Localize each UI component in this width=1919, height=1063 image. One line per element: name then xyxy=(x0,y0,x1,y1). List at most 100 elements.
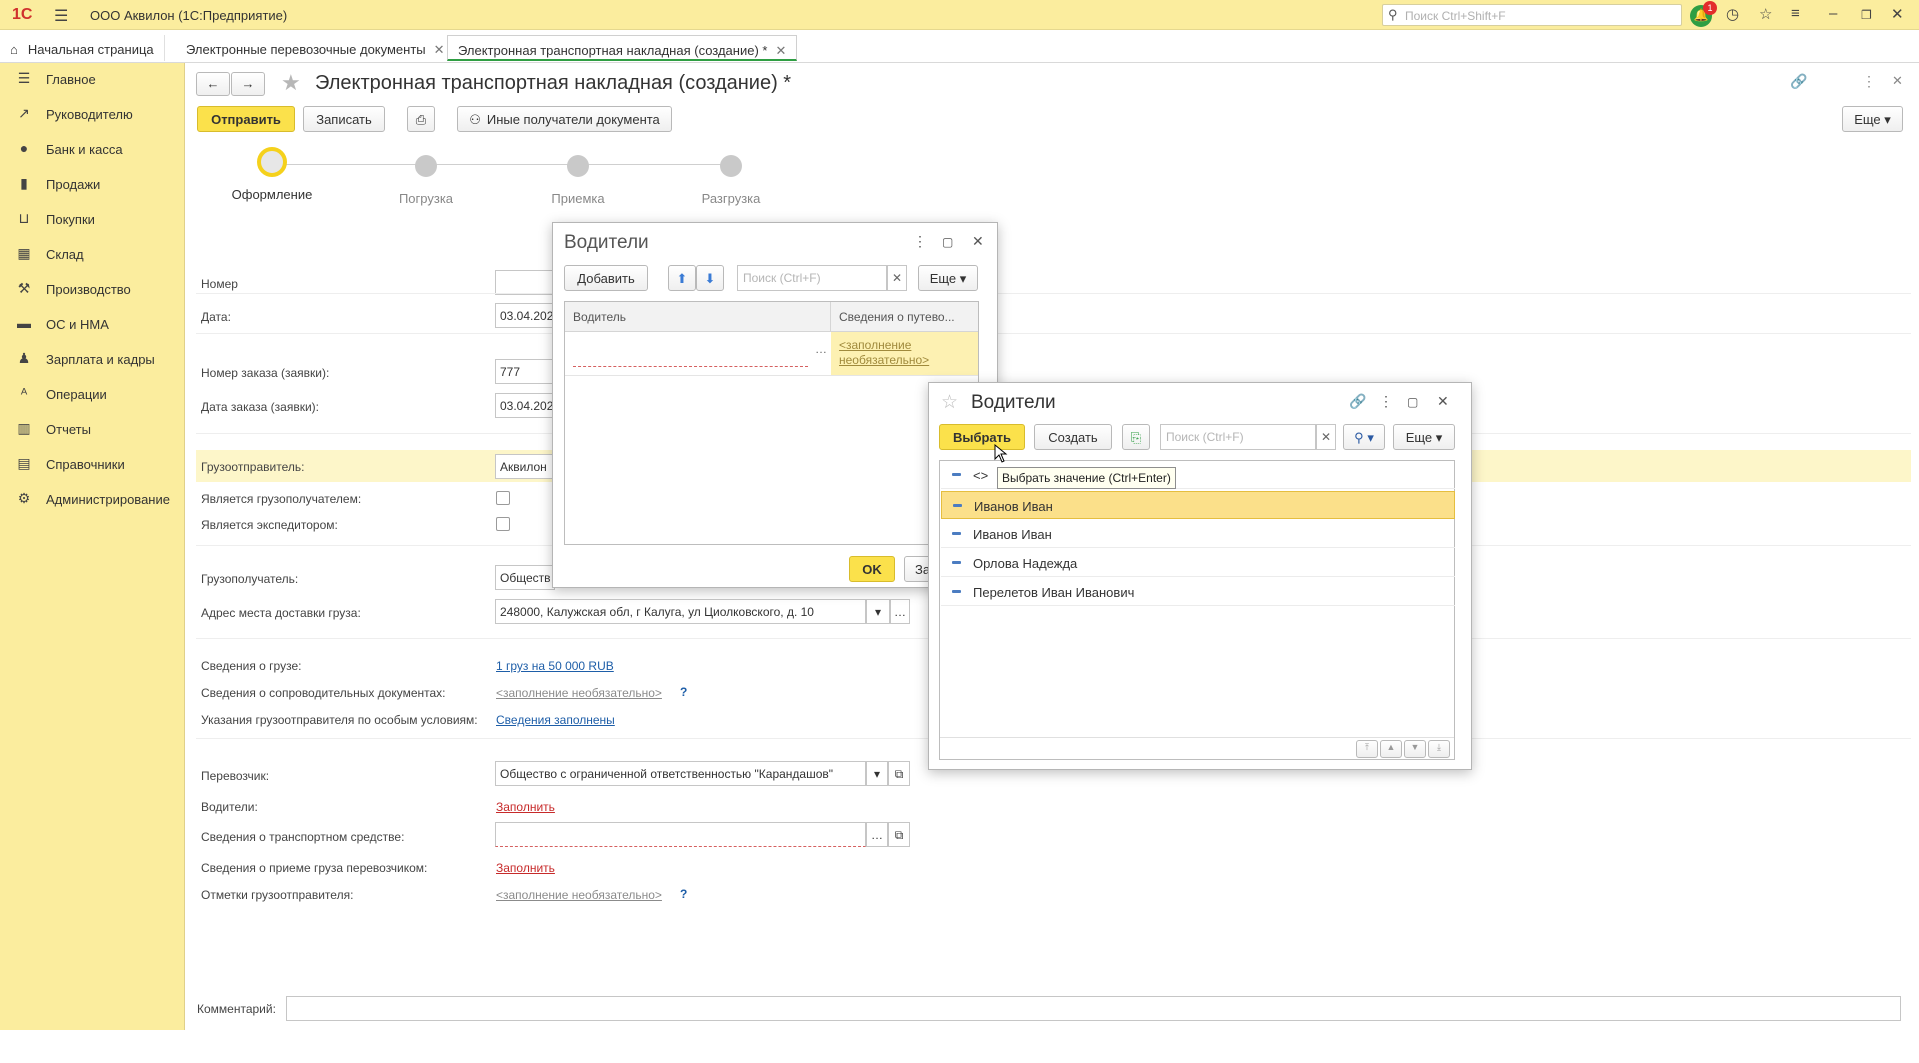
move-up-button[interactable]: ⬆ xyxy=(668,265,696,291)
column-driver[interactable]: Водитель xyxy=(565,302,831,332)
is-forwarder-checkbox[interactable] xyxy=(496,517,510,531)
maximize-icon[interactable]: ▢ xyxy=(942,235,953,249)
sidebar-item-bank[interactable]: ● Банк и касса xyxy=(0,133,185,163)
order-date-field[interactable]: 03.04.202 xyxy=(495,393,555,418)
sidebar-item-main[interactable]: ☰ Главное xyxy=(0,63,185,93)
list-item-selected[interactable]: Иванов Иван xyxy=(941,491,1455,519)
clear-search-icon[interactable]: ✕ xyxy=(1316,424,1336,450)
tab-electronic-docs[interactable]: Электронные перевозочные документы ✕ xyxy=(176,35,456,61)
sidebar-item-fixed-assets[interactable]: ▬ ОС и НМА xyxy=(0,308,185,338)
add-button[interactable]: Добавить xyxy=(564,265,648,291)
ok-button[interactable]: OK xyxy=(849,556,895,582)
more-actions-icon[interactable]: ⋮ xyxy=(1862,73,1876,90)
select-search-input[interactable]: Поиск (Ctrl+F) xyxy=(1160,424,1316,450)
special-conditions-link[interactable]: Сведения заполнены xyxy=(496,713,615,727)
list-item[interactable]: Орлова Надежда xyxy=(941,549,1455,577)
comment-field[interactable] xyxy=(286,996,1901,1021)
clear-search-icon[interactable]: ✕ xyxy=(887,265,907,291)
carrier-field[interactable]: Общество с ограниченной ответственностью… xyxy=(495,761,866,786)
print-button[interactable]: ⎙ xyxy=(407,106,435,132)
shipper-field[interactable]: Аквилон xyxy=(495,454,555,479)
save-button[interactable]: Записать xyxy=(303,106,385,132)
docs-help-icon[interactable]: ? xyxy=(680,685,687,699)
cargo-link[interactable]: 1 груз на 50 000 RUB xyxy=(496,659,614,673)
carrier-dropdown[interactable]: ▾ xyxy=(866,761,888,786)
tab-home[interactable]: ⌂ Начальная страница xyxy=(0,35,165,61)
delivery-address-select-button[interactable]: … xyxy=(890,599,910,624)
consignee-field[interactable]: Обществ xyxy=(495,565,555,590)
drivers-more-button[interactable]: Еще ▾ xyxy=(918,265,978,291)
sidebar-item-sales[interactable]: ▮ Продажи xyxy=(0,168,185,198)
copy-button[interactable]: ⎘ xyxy=(1122,424,1150,450)
scroll-down-icon[interactable]: ▼ xyxy=(1404,740,1426,758)
more-actions-icon[interactable]: ⋮ xyxy=(913,233,927,250)
vehicle-open-button[interactable]: ⧉ xyxy=(888,822,910,847)
close-dialog-icon[interactable]: ✕ xyxy=(972,233,984,250)
tab-transport-waybill[interactable]: Электронная транспортная накладная (созд… xyxy=(447,35,798,61)
close-form-icon[interactable]: ✕ xyxy=(1892,73,1903,89)
list-item[interactable]: Иванов Иван xyxy=(941,520,1455,548)
sidebar-item-production[interactable]: ⚒ Производство xyxy=(0,273,185,303)
link-icon[interactable]: 🔗 xyxy=(1349,393,1366,410)
drivers-fill-link[interactable]: Заполнить xyxy=(496,800,555,814)
other-recipients-button[interactable]: ⚇ Иные получатели документа xyxy=(457,106,672,132)
move-down-button[interactable]: ⬇ xyxy=(696,265,724,291)
select-button[interactable]: Выбрать xyxy=(939,424,1025,450)
favorite-star-icon[interactable]: ★ xyxy=(281,70,301,96)
select-more-button[interactable]: Еще ▾ xyxy=(1393,424,1455,450)
maximize-icon[interactable]: ▢ xyxy=(1407,395,1418,409)
marks-help-icon[interactable]: ? xyxy=(680,887,687,901)
sidebar-item-purchases[interactable]: ⊔ Покупки xyxy=(0,203,185,233)
forward-button[interactable]: → xyxy=(231,72,265,96)
carrier-open-button[interactable]: ⧉ xyxy=(888,761,910,786)
search-options-button[interactable]: ⚲ ▾ xyxy=(1343,424,1385,450)
main-menu-icon[interactable]: ☰ xyxy=(54,6,68,26)
driver-cell-empty[interactable] xyxy=(573,366,808,367)
docs-link[interactable]: <заполнение необязательно> xyxy=(496,686,662,700)
create-button[interactable]: Создать xyxy=(1034,424,1112,450)
scroll-up-icon[interactable]: ▲ xyxy=(1380,740,1402,758)
restore-window-icon[interactable]: ❐ xyxy=(1861,8,1872,22)
drivers-search-input[interactable]: Поиск (Ctrl+F) xyxy=(737,265,887,291)
favorite-star-icon[interactable]: ☆ xyxy=(941,391,958,414)
minimize-icon[interactable]: – xyxy=(1829,5,1837,22)
close-tab-icon[interactable]: ✕ xyxy=(434,42,445,57)
sidebar-item-warehouse[interactable]: ▦ Склад xyxy=(0,238,185,268)
favorites-star-icon[interactable]: ☆ xyxy=(1759,5,1772,23)
sidebar-item-admin[interactable]: ⚙ Администрирование xyxy=(0,483,185,513)
global-search-input[interactable]: ⚲ Поиск Ctrl+Shift+F xyxy=(1382,4,1682,26)
notifications-icon[interactable]: 🔔 1 xyxy=(1690,1,1717,27)
shipper-marks-link[interactable]: <заполнение необязательно> xyxy=(496,888,662,902)
date-field[interactable]: 03.04.202 xyxy=(495,303,555,328)
close-app-icon[interactable]: ✕ xyxy=(1891,5,1904,23)
back-button[interactable]: ← xyxy=(196,72,230,96)
sidebar-item-manager[interactable]: ↗ Руководителю xyxy=(0,98,185,128)
sidebar-item-catalogs[interactable]: ▤ Справочники xyxy=(0,448,185,478)
vehicle-field[interactable] xyxy=(495,822,866,847)
scroll-last-icon[interactable]: ⤓ xyxy=(1428,740,1450,758)
link-icon[interactable]: 🔗 xyxy=(1790,73,1807,90)
delivery-address-dropdown[interactable]: ▾ xyxy=(866,599,890,624)
close-tab-icon[interactable]: ✕ xyxy=(775,43,786,58)
column-waybill[interactable]: Сведения о путево... xyxy=(831,302,978,332)
scroll-first-icon[interactable]: ⤒ xyxy=(1356,740,1378,758)
table-row[interactable]: … <заполнение необязательно> xyxy=(565,332,978,376)
more-actions-icon[interactable]: ⋮ xyxy=(1379,393,1393,410)
order-number-field[interactable]: 777 xyxy=(495,359,555,384)
delivery-address-field[interactable]: 248000, Калужская обл, г Калуга, ул Циол… xyxy=(495,599,866,624)
waybill-cell[interactable]: <заполнение необязательно> xyxy=(831,332,978,375)
close-dialog-icon[interactable]: ✕ xyxy=(1437,393,1449,410)
sidebar-item-salary[interactable]: ♟ Зарплата и кадры xyxy=(0,343,185,373)
functions-menu-icon[interactable]: ≡ xyxy=(1791,5,1800,22)
history-icon[interactable]: ◷ xyxy=(1726,5,1739,23)
is-consignee-checkbox[interactable] xyxy=(496,491,510,505)
sidebar-item-reports[interactable]: ▥ Отчеты xyxy=(0,413,185,443)
vehicle-select-button[interactable]: … xyxy=(866,822,888,847)
waybill-link[interactable]: <заполнение необязательно> xyxy=(839,338,949,368)
list-item[interactable]: Перелетов Иван Иванович xyxy=(941,578,1455,606)
driver-select-button[interactable]: … xyxy=(815,342,827,356)
sidebar-item-operations[interactable]: ᴬ Операции xyxy=(0,378,185,408)
send-button[interactable]: Отправить xyxy=(197,106,295,132)
number-field[interactable] xyxy=(495,270,555,295)
more-button[interactable]: Еще ▾ xyxy=(1842,106,1903,132)
